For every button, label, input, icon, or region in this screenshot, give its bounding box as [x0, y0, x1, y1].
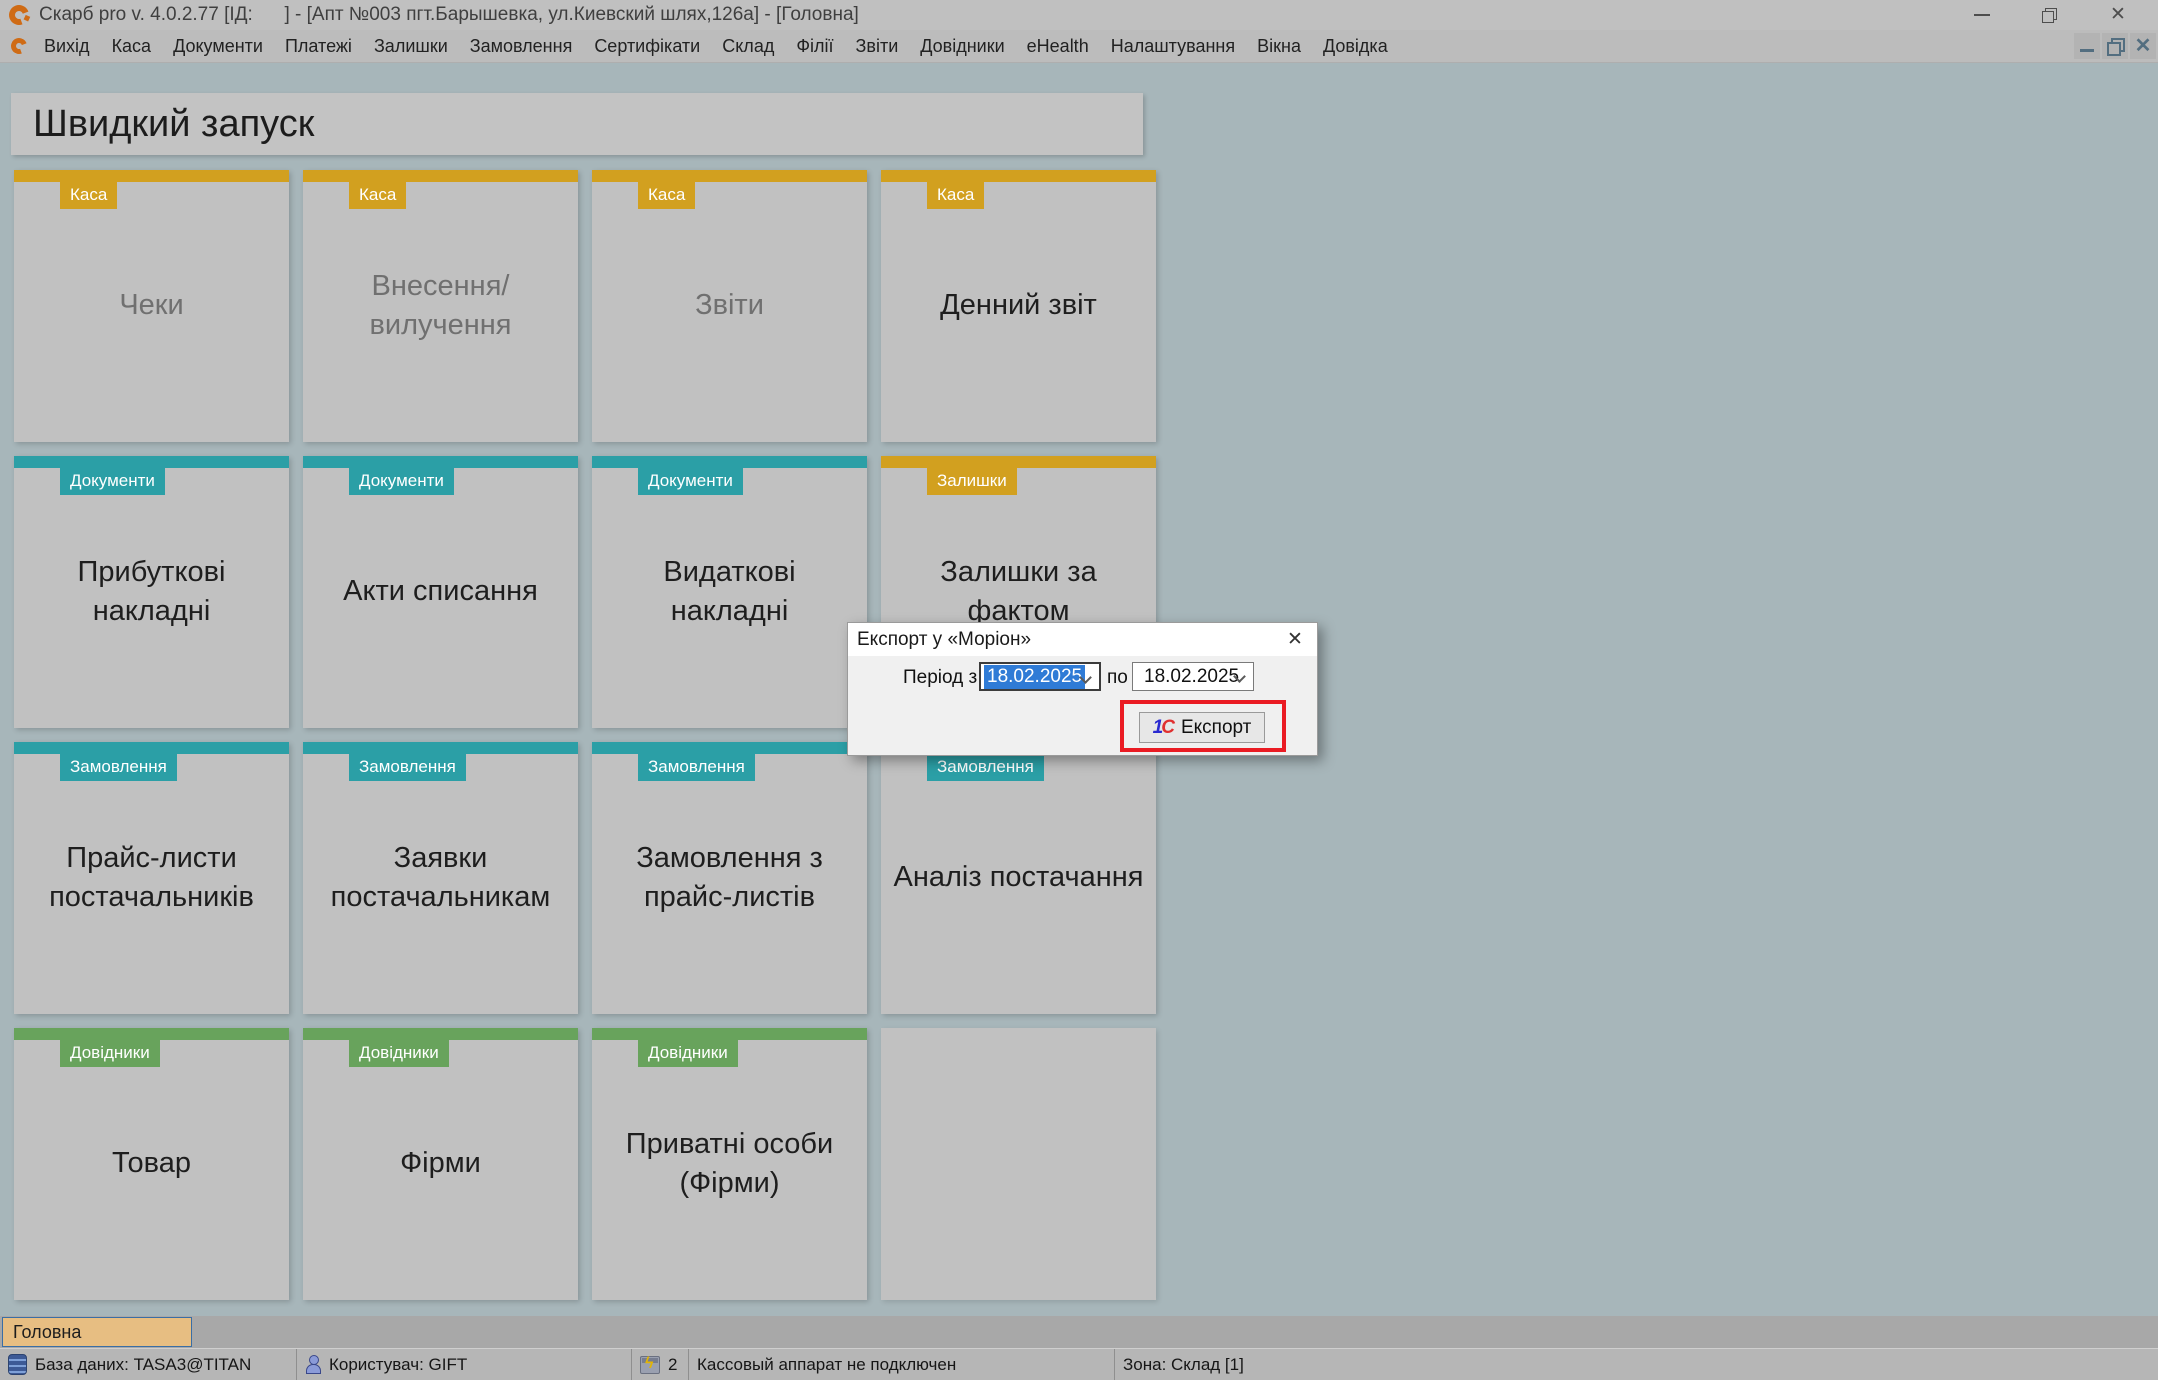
tab-label: Головна — [3, 1322, 81, 1343]
quick-launch-tile[interactable]: Каса Внесення/вилучення — [303, 170, 578, 442]
tile-label: Замовлення з прайс-листів — [602, 742, 857, 1014]
tile-label: Видаткові накладні — [602, 456, 857, 728]
mdi-restore-icon[interactable] — [2102, 33, 2128, 59]
window-title: Скарб pro v. 4.0.2.77 [ІД: ] - [Апт №003… — [39, 4, 859, 26]
menu-item-vikna[interactable]: Вікна — [1246, 30, 1312, 62]
status-register-count: 2 — [632, 1349, 689, 1380]
user-label: Користувач: GIFT — [329, 1355, 467, 1375]
menu-item-sklad[interactable]: Склад — [711, 30, 785, 62]
dialog-title-bar[interactable]: Експорт у «Моріон» — [848, 623, 1317, 656]
database-label: База даних: TASA3@TITAN — [35, 1355, 251, 1375]
dialog-title: Експорт у «Моріон» — [848, 629, 1031, 651]
quick-launch-header: Швидкий запуск — [11, 93, 1143, 155]
quick-launch-tile[interactable]: Довідники Приватні особи (Фірми) — [592, 1028, 867, 1300]
minimize-icon[interactable] — [1972, 5, 1992, 25]
app-logo-icon — [6, 2, 33, 29]
date-to-value: 18.02.2025 — [1141, 665, 1242, 689]
tile-label: Денний звіт — [891, 170, 1146, 442]
menu-item-dovidnyky[interactable]: Довідники — [909, 30, 1015, 62]
tab-bar: Головна — [0, 1316, 2158, 1348]
menu-item-vykhid[interactable]: Вихід — [33, 30, 101, 62]
export-button[interactable]: 1С Експорт — [1139, 712, 1265, 743]
status-database: База даних: TASA3@TITAN — [0, 1349, 297, 1380]
quick-launch-tile[interactable]: Довідники Товар — [14, 1028, 289, 1300]
menu-app-logo-icon — [8, 35, 29, 56]
page-title: Швидкий запуск — [11, 103, 314, 146]
cash-register-label: Кассовый аппарат не подключен — [697, 1355, 956, 1375]
tile-label: Прибуткові накладні — [24, 456, 279, 728]
user-icon — [305, 1355, 321, 1374]
tile-label: Приватні особи (Фірми) — [602, 1028, 857, 1300]
menu-item-zamovlennia[interactable]: Замовлення — [459, 30, 584, 62]
menu-item-zalyshky[interactable]: Залишки — [363, 30, 459, 62]
restore-icon[interactable] — [2040, 5, 2060, 25]
period-from-label: Період з — [903, 667, 977, 689]
export-button-label: Експорт — [1181, 717, 1251, 739]
tile-label: Внесення/вилучення — [313, 170, 568, 442]
tile-label: Товар — [24, 1028, 279, 1300]
menu-item-platezhi[interactable]: Платежі — [274, 30, 363, 62]
menu-item-sertyfikaty[interactable]: Сертифікати — [583, 30, 711, 62]
date-from-value: 18.02.2025 — [984, 665, 1085, 689]
quick-launch-tile[interactable]: Замовлення Прайс-листи постачальників — [14, 742, 289, 1014]
menu-items: Вихід Каса Документи Платежі Залишки Зам… — [33, 30, 1399, 62]
menu-item-zvity[interactable]: Звіти — [845, 30, 910, 62]
status-cash-register: Кассовый аппарат не подключен — [689, 1349, 1115, 1380]
quick-launch-tile[interactable]: Замовлення Аналіз постачання — [881, 742, 1156, 1014]
quick-launch-tile — [881, 1028, 1156, 1300]
date-to-combobox[interactable]: 18.02.2025 — [1132, 662, 1254, 691]
quick-launch-tile[interactable]: Документи Акти списання — [303, 456, 578, 728]
1c-export-icon: 1С — [1153, 717, 1175, 739]
tile-label — [891, 1028, 1146, 1300]
export-dialog: Експорт у «Моріон» ✕ Період з 18.02.2025… — [847, 622, 1318, 756]
database-icon — [8, 1354, 27, 1375]
mdi-close-icon[interactable]: ✕ — [2130, 33, 2156, 59]
quick-launch-tile[interactable]: Каса Чеки — [14, 170, 289, 442]
title-bar: Скарб pro v. 4.0.2.77 [ІД: ] - [Апт №003… — [0, 0, 2158, 30]
menu-item-nalashtuvannia[interactable]: Налаштування — [1100, 30, 1246, 62]
tile-label: Акти списання — [313, 456, 568, 728]
menu-item-ehealth[interactable]: eHealth — [1016, 30, 1100, 62]
menu-item-kasa[interactable]: Каса — [101, 30, 163, 62]
dialog-close-icon[interactable]: ✕ — [1283, 628, 1307, 652]
menu-bar: Вихід Каса Документи Платежі Залишки Зам… — [0, 30, 2158, 63]
menu-item-dovidka[interactable]: Довідка — [1312, 30, 1399, 62]
period-to-label: по — [1107, 667, 1128, 689]
quick-launch-tile[interactable]: Каса Денний звіт — [881, 170, 1156, 442]
tile-label: Чеки — [24, 170, 279, 442]
tile-label: Фірми — [313, 1028, 568, 1300]
status-user: Користувач: GIFT — [297, 1349, 632, 1380]
menu-item-dokumenty[interactable]: Документи — [162, 30, 274, 62]
quick-launch-tile[interactable]: Замовлення Замовлення з прайс-листів — [592, 742, 867, 1014]
mdi-minimize-icon[interactable] — [2074, 33, 2100, 59]
zone-label: Зона: Склад [1] — [1123, 1355, 1244, 1375]
tile-label: Звіти — [602, 170, 857, 442]
tile-label: Заявки постачальникам — [313, 742, 568, 1014]
close-icon[interactable]: ✕ — [2108, 5, 2128, 25]
tab-holovna[interactable]: Головна — [2, 1317, 192, 1347]
tile-label: Аналіз постачання — [891, 742, 1146, 1014]
tile-label: Прайс-листи постачальників — [24, 742, 279, 1014]
status-zone: Зона: Склад [1] — [1115, 1349, 2158, 1380]
cash-register-icon — [640, 1356, 660, 1374]
date-from-combobox[interactable]: 18.02.2025 — [979, 662, 1101, 691]
quick-launch-tile[interactable]: Довідники Фірми — [303, 1028, 578, 1300]
register-count: 2 — [668, 1355, 677, 1375]
menu-item-filii[interactable]: Філії — [785, 30, 844, 62]
quick-launch-tile[interactable]: Замовлення Заявки постачальникам — [303, 742, 578, 1014]
status-bar: База даних: TASA3@TITAN Користувач: GIFT… — [0, 1348, 2158, 1380]
quick-launch-tile[interactable]: Документи Видаткові накладні — [592, 456, 867, 728]
quick-launch-tile[interactable]: Документи Прибуткові накладні — [14, 456, 289, 728]
quick-launch-tile[interactable]: Каса Звіти — [592, 170, 867, 442]
